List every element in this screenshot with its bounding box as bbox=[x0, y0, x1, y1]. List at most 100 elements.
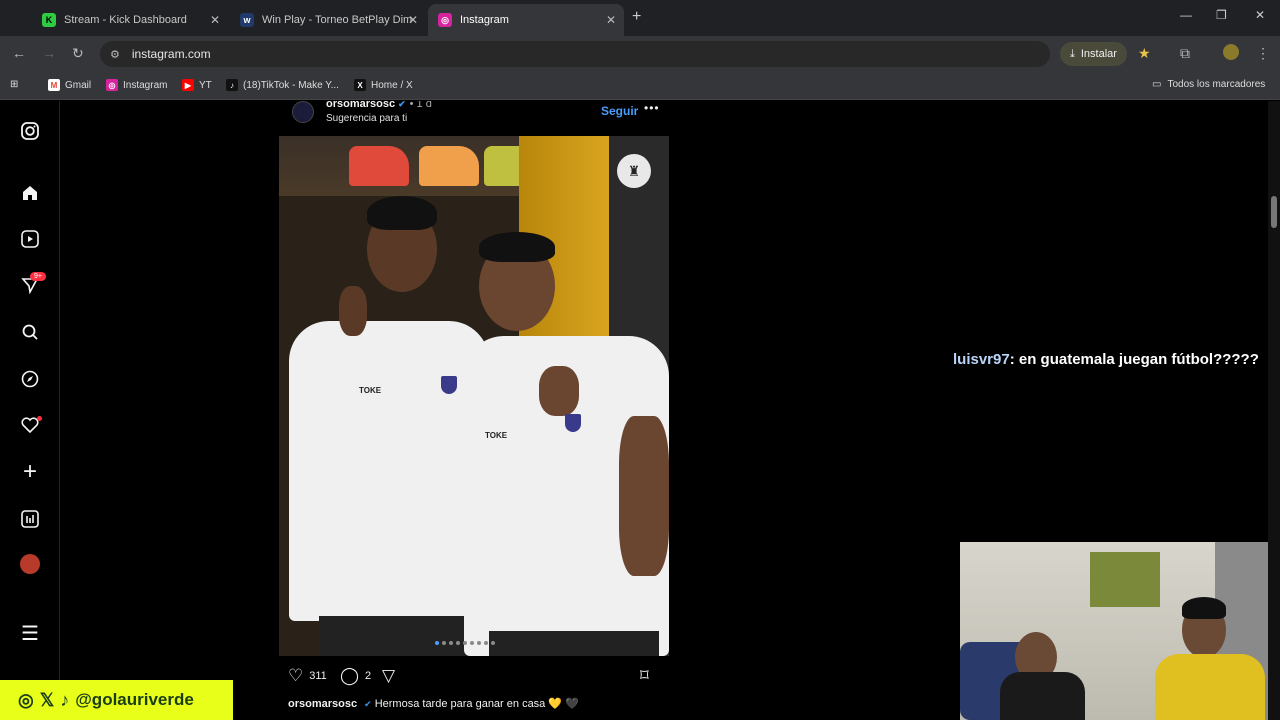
post-author-avatar[interactable] bbox=[292, 101, 314, 123]
extensions-icon[interactable]: ⧉ bbox=[1180, 45, 1190, 62]
restore-icon[interactable]: ❐ bbox=[1216, 8, 1227, 22]
bookmark-gmail[interactable]: M Gmail bbox=[48, 79, 91, 91]
bookmark-label: Instagram bbox=[123, 79, 168, 91]
tab-kick-dashboard[interactable]: K Stream - Kick Dashboard ✕ bbox=[32, 4, 228, 36]
back-icon[interactable]: ← bbox=[12, 45, 26, 61]
bookmark-yt[interactable]: ▶ YT bbox=[182, 79, 212, 91]
address-bar[interactable]: ⚙ instagram.com bbox=[100, 41, 1050, 67]
carousel-dot bbox=[463, 641, 467, 645]
post-image[interactable]: ♜ TOKE TOKE bbox=[279, 136, 669, 656]
new-tab-icon[interactable]: + bbox=[632, 8, 641, 26]
close-tab-icon[interactable]: ✕ bbox=[210, 13, 220, 27]
player-left-shorts bbox=[319, 616, 469, 656]
instagram-logo-icon[interactable] bbox=[19, 120, 41, 142]
gmail-icon: M bbox=[48, 79, 60, 91]
carousel-dot bbox=[477, 641, 481, 645]
tab-winplay[interactable]: w Win Play - Torneo BetPlay Dima ✕ bbox=[230, 4, 426, 36]
chat-username: luisvr97 bbox=[953, 351, 1010, 368]
explore-icon[interactable] bbox=[19, 368, 41, 390]
minimize-icon[interactable]: — bbox=[1180, 8, 1192, 22]
site-info-icon[interactable]: ⚙ bbox=[110, 48, 120, 61]
post-username: orsomarsosc bbox=[326, 101, 396, 110]
tab-title: Instagram bbox=[460, 14, 509, 26]
tab-strip: K Stream - Kick Dashboard ✕ w Win Play -… bbox=[0, 0, 1280, 36]
caption-username[interactable]: orsomarsosc bbox=[288, 698, 357, 710]
bookmark-label: Gmail bbox=[65, 79, 92, 91]
close-window-icon[interactable]: ✕ bbox=[1255, 8, 1265, 22]
instagram-icon: ◎ bbox=[106, 79, 118, 91]
navigation-bar: ← → ↻ ⚙ instagram.com ⤓ Instalar ★ ⧉ ⋮ bbox=[0, 36, 1280, 72]
url-text: instagram.com bbox=[131, 47, 211, 61]
social-handle-text: @golauriverde bbox=[75, 690, 194, 709]
bookmark-instagram[interactable]: ◎ Instagram bbox=[106, 79, 167, 91]
save-button[interactable]: ⌑ bbox=[640, 666, 655, 686]
reels-icon[interactable] bbox=[19, 228, 41, 250]
profile-avatar[interactable] bbox=[1223, 44, 1239, 60]
chat-text: : en guatemala juegan fútbol????? bbox=[1009, 351, 1259, 368]
carousel-dot bbox=[435, 641, 439, 645]
all-bookmarks-label: Todos los marcadores bbox=[1167, 79, 1266, 90]
bookmark-label: (18)TikTok - Make Y... bbox=[243, 79, 339, 91]
club-crest-icon: ♜ bbox=[617, 154, 651, 188]
dashboard-icon[interactable] bbox=[19, 508, 41, 530]
caption-text: Hermosa tarde para ganar en casa 💛 🖤 bbox=[374, 698, 579, 710]
verified-badge-icon: ✔ bbox=[364, 699, 372, 709]
social-handle-banner: ◎ 𝕏 ♪ @golauriverde bbox=[0, 680, 233, 720]
carousel-dot bbox=[484, 641, 488, 645]
notification-badge: 9+ bbox=[30, 272, 46, 281]
heart-icon: ♡ bbox=[288, 666, 304, 685]
more-options-icon[interactable]: ••• bbox=[644, 101, 660, 115]
bookmark-star-icon[interactable]: ★ bbox=[1138, 45, 1151, 62]
menu-icon[interactable]: ⋮ bbox=[1256, 45, 1270, 62]
x-icon: X bbox=[354, 79, 366, 91]
forward-icon[interactable]: → bbox=[42, 45, 56, 61]
post-time: • 1 d bbox=[409, 101, 432, 110]
all-bookmarks[interactable]: ▭ Todos los marcadores bbox=[1152, 79, 1265, 90]
install-button[interactable]: ⤓ Instalar bbox=[1060, 42, 1127, 66]
folder-icon: ▭ bbox=[1152, 79, 1162, 90]
winplay-icon: w bbox=[240, 13, 254, 27]
post-actions: ♡ 311 ◯ 2 ▽ ⌑ bbox=[288, 666, 668, 688]
player-right-shorts bbox=[489, 631, 659, 656]
close-tab-icon[interactable]: ✕ bbox=[606, 13, 616, 27]
webcam-overlay bbox=[960, 542, 1280, 720]
comment-button[interactable]: ◯ 2 bbox=[340, 666, 371, 686]
notification-dot bbox=[37, 416, 42, 421]
webcam-person-left-body bbox=[1000, 672, 1085, 720]
kick-icon: K bbox=[42, 13, 56, 27]
create-icon[interactable]: + bbox=[19, 458, 41, 485]
install-label: Instalar bbox=[1080, 48, 1117, 60]
shoe-graphic bbox=[349, 146, 409, 186]
shoe-graphic bbox=[419, 146, 479, 186]
webcam-person-right-hair bbox=[1182, 597, 1226, 619]
post-header: orsomarsosc ✔ • 1 d Sugerencia para ti Seg… bbox=[288, 101, 668, 131]
instagram-icon: ◎ bbox=[18, 689, 34, 710]
bookmark-label: Home / X bbox=[371, 79, 413, 91]
page-scrollbar[interactable] bbox=[1268, 101, 1280, 720]
bookmark-label: YT bbox=[199, 79, 212, 91]
sponsor-logo: TOKE bbox=[485, 431, 508, 440]
verified-badge-icon: ✔ bbox=[398, 101, 406, 109]
home-icon[interactable] bbox=[19, 182, 41, 204]
tab-instagram[interactable]: ◎ Instagram ✕ bbox=[428, 4, 624, 36]
more-menu-icon[interactable]: ☰ bbox=[19, 622, 41, 645]
x-icon: 𝕏 bbox=[39, 689, 55, 710]
carousel-dot bbox=[456, 641, 460, 645]
like-button[interactable]: ♡ 311 bbox=[288, 666, 327, 686]
bookmark-x[interactable]: X Home / X bbox=[354, 79, 413, 91]
comment-count: 2 bbox=[365, 670, 372, 682]
share-icon: ▽ bbox=[382, 666, 396, 685]
apps-icon[interactable]: ⊞ bbox=[10, 79, 18, 90]
reload-icon[interactable]: ↻ bbox=[72, 45, 84, 62]
post-author[interactable]: orsomarsosc ✔ • 1 d bbox=[326, 101, 432, 110]
carousel-indicator bbox=[435, 641, 495, 645]
bookmark-tiktok[interactable]: ♪ (18)TikTok - Make Y... bbox=[226, 79, 339, 91]
close-tab-icon[interactable]: ✕ bbox=[408, 13, 418, 27]
tiktok-icon: ♪ bbox=[226, 79, 238, 91]
scrollbar-thumb[interactable] bbox=[1271, 196, 1277, 228]
search-icon[interactable] bbox=[19, 321, 41, 343]
profile-avatar[interactable] bbox=[20, 554, 40, 574]
share-button[interactable]: ▽ bbox=[382, 666, 401, 686]
follow-button[interactable]: Seguir bbox=[601, 104, 638, 118]
bookmark-icon: ⌑ bbox=[640, 666, 649, 685]
